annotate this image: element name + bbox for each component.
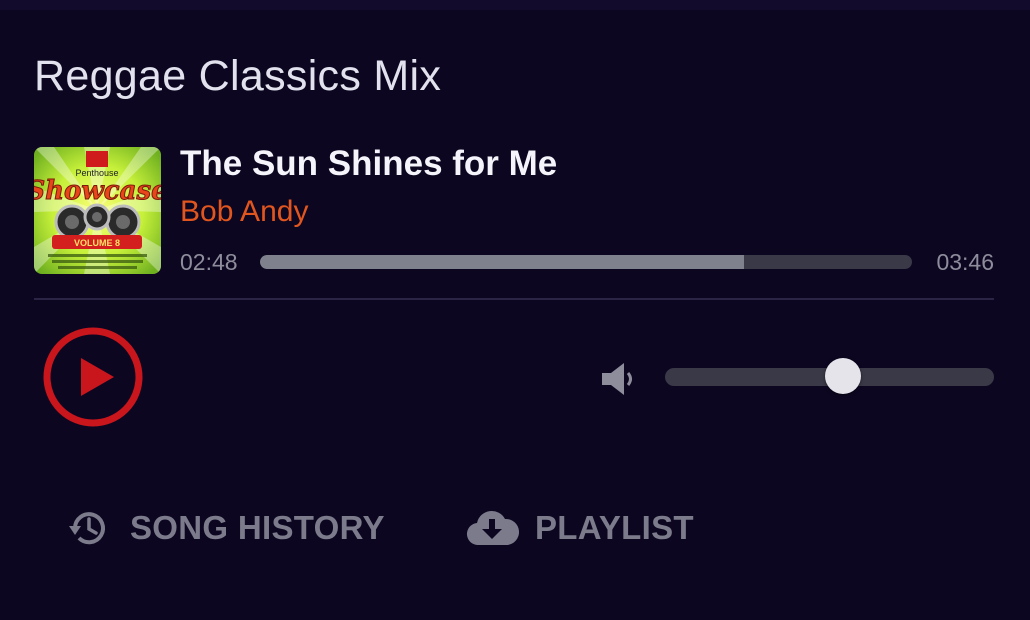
song-history-button[interactable]: SONG HISTORY <box>66 505 385 551</box>
album-art: Penthouse Showcase VOLUME 8 <box>34 147 161 274</box>
volume-slider-thumb[interactable] <box>824 358 861 394</box>
play-button[interactable] <box>43 327 143 427</box>
playlist-title: Reggae Classics Mix <box>34 52 442 100</box>
playlist-button[interactable]: PLAYLIST <box>465 505 694 551</box>
progress-bar[interactable] <box>260 255 912 269</box>
progress-fill <box>260 255 745 269</box>
top-strip <box>0 0 1030 10</box>
track-title: The Sun Shines for Me <box>180 144 558 183</box>
play-circle-icon <box>43 327 143 427</box>
player-widget: Reggae Classics Mix Penthouse Showcas VO… <box>0 0 1030 620</box>
history-icon <box>66 505 112 551</box>
playlist-label: PLAYLIST <box>535 509 694 546</box>
track-artist[interactable]: Bob Andy <box>180 193 308 231</box>
volume-icon[interactable] <box>600 360 636 398</box>
song-history-label: SONG HISTORY <box>130 509 385 546</box>
total-time: 03:46 <box>936 249 994 275</box>
divider <box>34 298 994 300</box>
album-art-volume: VOLUME 8 <box>74 238 120 248</box>
album-art-title: Showcase <box>34 176 161 206</box>
elapsed-time: 02:48 <box>180 249 238 275</box>
cloud-download-icon <box>465 505 519 551</box>
